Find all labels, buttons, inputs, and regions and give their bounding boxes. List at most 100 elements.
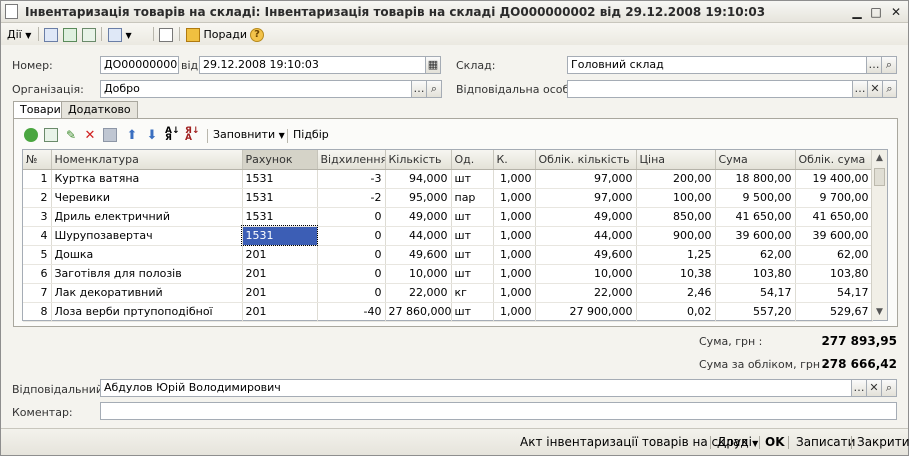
- table-cell[interactable]: шт: [451, 226, 494, 246]
- table-cell[interactable]: 49,000: [535, 207, 637, 227]
- table-cell[interactable]: 100,00: [636, 188, 716, 208]
- responsible-person-field[interactable]: [567, 80, 853, 98]
- table-cell[interactable]: 49,000: [385, 207, 452, 227]
- close-button[interactable]: Закрити: [857, 433, 909, 451]
- column-header[interactable]: Номенклатура: [51, 150, 243, 170]
- column-header[interactable]: №: [23, 150, 52, 170]
- comment-field[interactable]: [100, 402, 897, 420]
- table-cell[interactable]: 0: [317, 226, 386, 246]
- ok-button[interactable]: OK: [765, 433, 785, 451]
- table-cell[interactable]: 10,000: [535, 264, 637, 284]
- fill-button[interactable]: Заповнити ▼: [213, 128, 285, 141]
- table-cell[interactable]: 19 400,00: [795, 169, 873, 189]
- warehouse-open-button[interactable]: ⌕: [881, 56, 897, 74]
- warehouse-select-button[interactable]: …: [866, 56, 882, 74]
- table-row[interactable]: 6 Заготівля для полозів 201 0 10,000 шт 1,000 1…: [23, 264, 873, 284]
- table-cell[interactable]: 0: [317, 264, 386, 284]
- sort-ascending-icon[interactable]: A↓ Я: [165, 127, 180, 143]
- table-cell[interactable]: шт: [451, 264, 494, 284]
- table-row[interactable]: 2 Черевики 1531 -2 95,000 пар 1,000 97,000 100,0…: [23, 188, 873, 208]
- move-down-icon[interactable]: ⬇: [145, 128, 159, 143]
- table-cell[interactable]: 103,80: [795, 264, 873, 284]
- table-cell[interactable]: 6: [23, 264, 52, 284]
- scroll-up-icon[interactable]: ▲: [872, 150, 887, 166]
- column-header[interactable]: Ціна: [636, 150, 716, 170]
- table-cell[interactable]: 5: [23, 245, 52, 265]
- table-cell[interactable]: 1,25: [636, 245, 716, 265]
- table-cell[interactable]: шт: [451, 302, 494, 322]
- table-cell[interactable]: кг: [451, 283, 494, 303]
- post-button[interactable]: [44, 26, 58, 43]
- column-header[interactable]: К.: [493, 150, 536, 170]
- table-cell[interactable]: -3: [317, 169, 386, 189]
- table-cell[interactable]: 200,00: [636, 169, 716, 189]
- table-cell[interactable]: 1531: [241, 225, 318, 246]
- table-cell[interactable]: -40: [317, 302, 386, 322]
- table-cell[interactable]: Лоза верби пртупоподібної: [51, 302, 243, 322]
- organization-select-button[interactable]: …: [411, 80, 427, 98]
- table-cell[interactable]: 54,17: [715, 283, 796, 303]
- tab-additional[interactable]: Додатково: [61, 101, 138, 119]
- table-cell[interactable]: Куртка ватяна: [51, 169, 243, 189]
- table-cell[interactable]: 39 600,00: [715, 226, 796, 246]
- table-cell[interactable]: 2: [23, 188, 52, 208]
- table-cell[interactable]: 10,38: [636, 264, 716, 284]
- table-cell[interactable]: 201: [242, 302, 318, 322]
- table-cell[interactable]: 54,17: [795, 283, 873, 303]
- table-cell[interactable]: 0: [317, 207, 386, 227]
- column-header[interactable]: Облік. сума: [795, 150, 873, 170]
- table-row[interactable]: 8 Лоза верби пртупоподібної 201 -40 27 860,0…: [23, 302, 873, 322]
- table-cell[interactable]: 9 500,00: [715, 188, 796, 208]
- table-cell[interactable]: 8: [23, 302, 52, 322]
- table-cell[interactable]: шт: [451, 207, 494, 227]
- go-to-button[interactable]: ▼: [108, 26, 132, 43]
- table-cell[interactable]: 0: [317, 283, 386, 303]
- sort-descending-icon[interactable]: Я↓ A: [185, 127, 199, 143]
- column-header[interactable]: Рахунок: [242, 150, 318, 170]
- table-cell[interactable]: 557,20: [715, 302, 796, 322]
- delete-icon[interactable]: ✕: [83, 128, 97, 143]
- table-cell[interactable]: 1,000: [493, 169, 536, 189]
- table-cell[interactable]: 39 600,00: [795, 226, 873, 246]
- table-cell[interactable]: 1531: [242, 207, 318, 227]
- table-cell[interactable]: 201: [242, 245, 318, 265]
- table-cell[interactable]: 49,600: [385, 245, 452, 265]
- edit-pencil-icon[interactable]: ✎: [64, 128, 78, 142]
- table-cell[interactable]: Заготівля для полозів: [51, 264, 243, 284]
- table-cell[interactable]: 1531: [242, 188, 318, 208]
- table-row[interactable]: 7 Лак декоративний 201 0 22,000 кг 1,000 22,000…: [23, 283, 873, 303]
- table-cell[interactable]: шт: [451, 169, 494, 189]
- table-cell[interactable]: Дриль електричний: [51, 207, 243, 227]
- table-cell[interactable]: 97,000: [535, 169, 637, 189]
- copy-button[interactable]: [82, 26, 96, 43]
- print-button[interactable]: Друк ▼: [717, 433, 758, 451]
- table-row[interactable]: 5 Дошка 201 0 49,600 шт 1,000 49,600 1,25 62,00 62…: [23, 245, 873, 265]
- warehouse-field[interactable]: Головний склад: [567, 56, 867, 74]
- table-cell[interactable]: 49,600: [535, 245, 637, 265]
- save-button[interactable]: Записати: [796, 433, 855, 451]
- responsible-select-button[interactable]: …: [851, 379, 867, 397]
- responsible-person-select-button[interactable]: …: [852, 80, 868, 98]
- table-cell[interactable]: шт: [451, 245, 494, 265]
- table-cell[interactable]: 1,000: [493, 188, 536, 208]
- table-cell[interactable]: 27 900,000: [535, 302, 637, 322]
- table-cell[interactable]: 62,00: [795, 245, 873, 265]
- table-cell[interactable]: 1,000: [493, 245, 536, 265]
- table-cell[interactable]: 201: [242, 264, 318, 284]
- table-cell[interactable]: 1,000: [493, 226, 536, 246]
- table-cell[interactable]: 900,00: [636, 226, 716, 246]
- calendar-button[interactable]: ▦: [425, 56, 441, 74]
- table-cell[interactable]: 4: [23, 226, 52, 246]
- table-cell[interactable]: пар: [451, 188, 494, 208]
- table-cell[interactable]: 1,000: [493, 283, 536, 303]
- table-row[interactable]: 3 Дриль електричний 1531 0 49,000 шт 1,000 49,0…: [23, 207, 873, 227]
- table-cell[interactable]: 94,000: [385, 169, 452, 189]
- table-row[interactable]: 4 Шурупозавертач 1531 0 44,000 шт 1,000 44,000 9…: [23, 225, 873, 246]
- column-header[interactable]: Од.: [451, 150, 494, 170]
- table-cell[interactable]: 0: [317, 245, 386, 265]
- responsible-field[interactable]: Абдулов Юрій Володимирович: [100, 379, 852, 397]
- refresh-button[interactable]: [63, 26, 77, 43]
- table-cell[interactable]: 22,000: [535, 283, 637, 303]
- help-button[interactable]: ?: [250, 26, 264, 43]
- date-field[interactable]: 29.12.2008 19:10:03: [199, 56, 426, 74]
